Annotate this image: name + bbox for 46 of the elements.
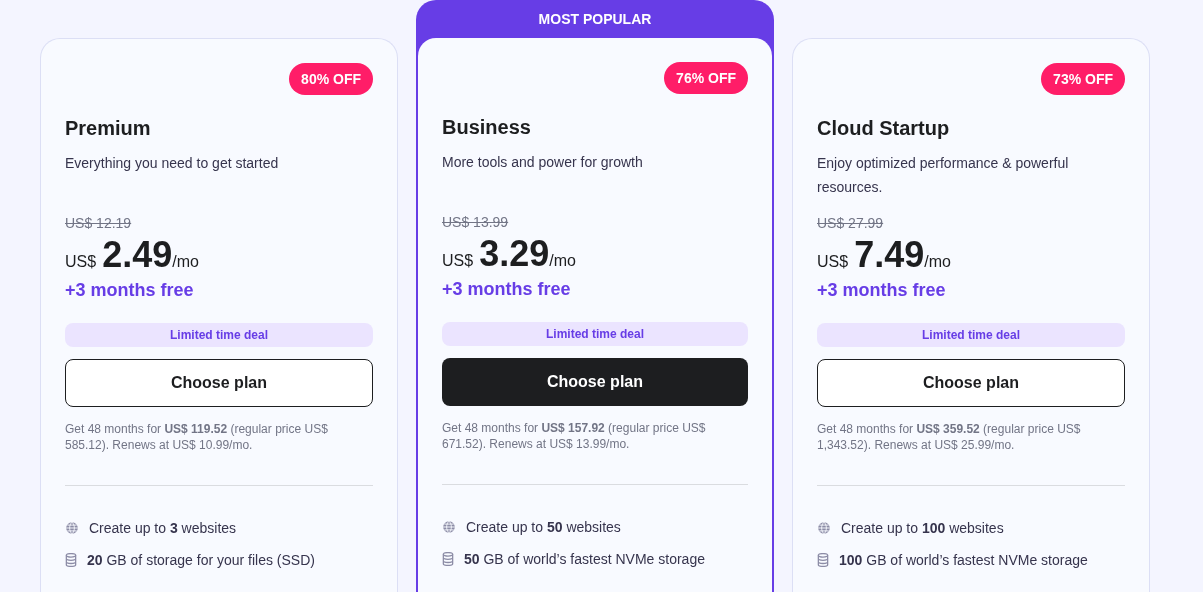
deal-banner: Limited time deal — [65, 323, 373, 347]
feature-text: Create up to 100 websites — [841, 520, 1004, 536]
bonus-text: +3 months free — [817, 279, 946, 302]
plan-description: More tools and power for growth — [442, 153, 644, 172]
discount-badge: 76% OFF — [664, 62, 748, 94]
choose-plan-button[interactable]: Choose plan — [817, 359, 1125, 407]
currency: US$ — [65, 252, 97, 272]
discount-badge: 73% OFF — [1041, 63, 1125, 95]
old-price: US$ 27.99 — [817, 214, 884, 233]
price: 3.29 — [479, 232, 550, 276]
price: 7.49 — [854, 233, 925, 277]
deal-banner: Limited time deal — [442, 322, 748, 346]
price-period: /mo — [172, 253, 199, 272]
currency: US$ — [817, 252, 849, 272]
bonus-text: +3 months free — [442, 278, 571, 301]
choose-plan-button[interactable]: Choose plan — [65, 359, 373, 407]
globe-icon — [442, 520, 456, 534]
database-icon — [442, 552, 454, 566]
price: 2.49 — [102, 233, 173, 277]
plan-description: Enjoy optimized performance & powerful resources. — [817, 154, 1070, 197]
feature-text: 100 GB of world’s fastest NVMe storage — [839, 552, 1088, 568]
currency: US$ — [442, 251, 474, 271]
plan-name: Cloud Startup — [817, 116, 951, 141]
choose-plan-button[interactable]: Choose plan — [442, 358, 748, 406]
old-price: US$ 13.99 — [442, 213, 509, 232]
plan-name: Business — [442, 115, 532, 140]
price-period: /mo — [549, 252, 576, 271]
bonus-text: +3 months free — [65, 279, 194, 302]
feature-text: Create up to 3 websites — [89, 520, 237, 536]
database-icon — [65, 553, 77, 567]
discount-badge: 80% OFF — [289, 63, 373, 95]
billing-note: Get 48 months for US$ 157.92 (regular price US$ 671.52). Renews at US$ 13.99/mo. — [442, 420, 707, 452]
feature-text: Create up to 50 websites — [466, 519, 621, 535]
feature-text: 20 GB of storage for your files (SSD) — [87, 552, 315, 568]
old-price: US$ 12.19 — [65, 214, 132, 233]
billing-note: Get 48 months for US$ 359.52 (regular price US$ 1,343.52). Renews at US$ 25.99/mo. — [817, 421, 1082, 453]
billing-note: Get 48 months for US$ 119.52 (regular price US$ 585.12). Renews at US$ 10.99/mo. — [65, 421, 329, 453]
plan-name: Premium — [65, 116, 152, 141]
globe-icon — [817, 521, 831, 535]
price-period: /mo — [924, 253, 951, 272]
most-popular-label: MOST POPULAR — [537, 9, 653, 29]
feature-text: 50 GB of world’s fastest NVMe storage — [464, 551, 705, 567]
deal-banner: Limited time deal — [817, 323, 1125, 347]
database-icon — [817, 553, 829, 567]
globe-icon — [65, 521, 79, 535]
plan-description: Everything you need to get started — [65, 154, 280, 173]
